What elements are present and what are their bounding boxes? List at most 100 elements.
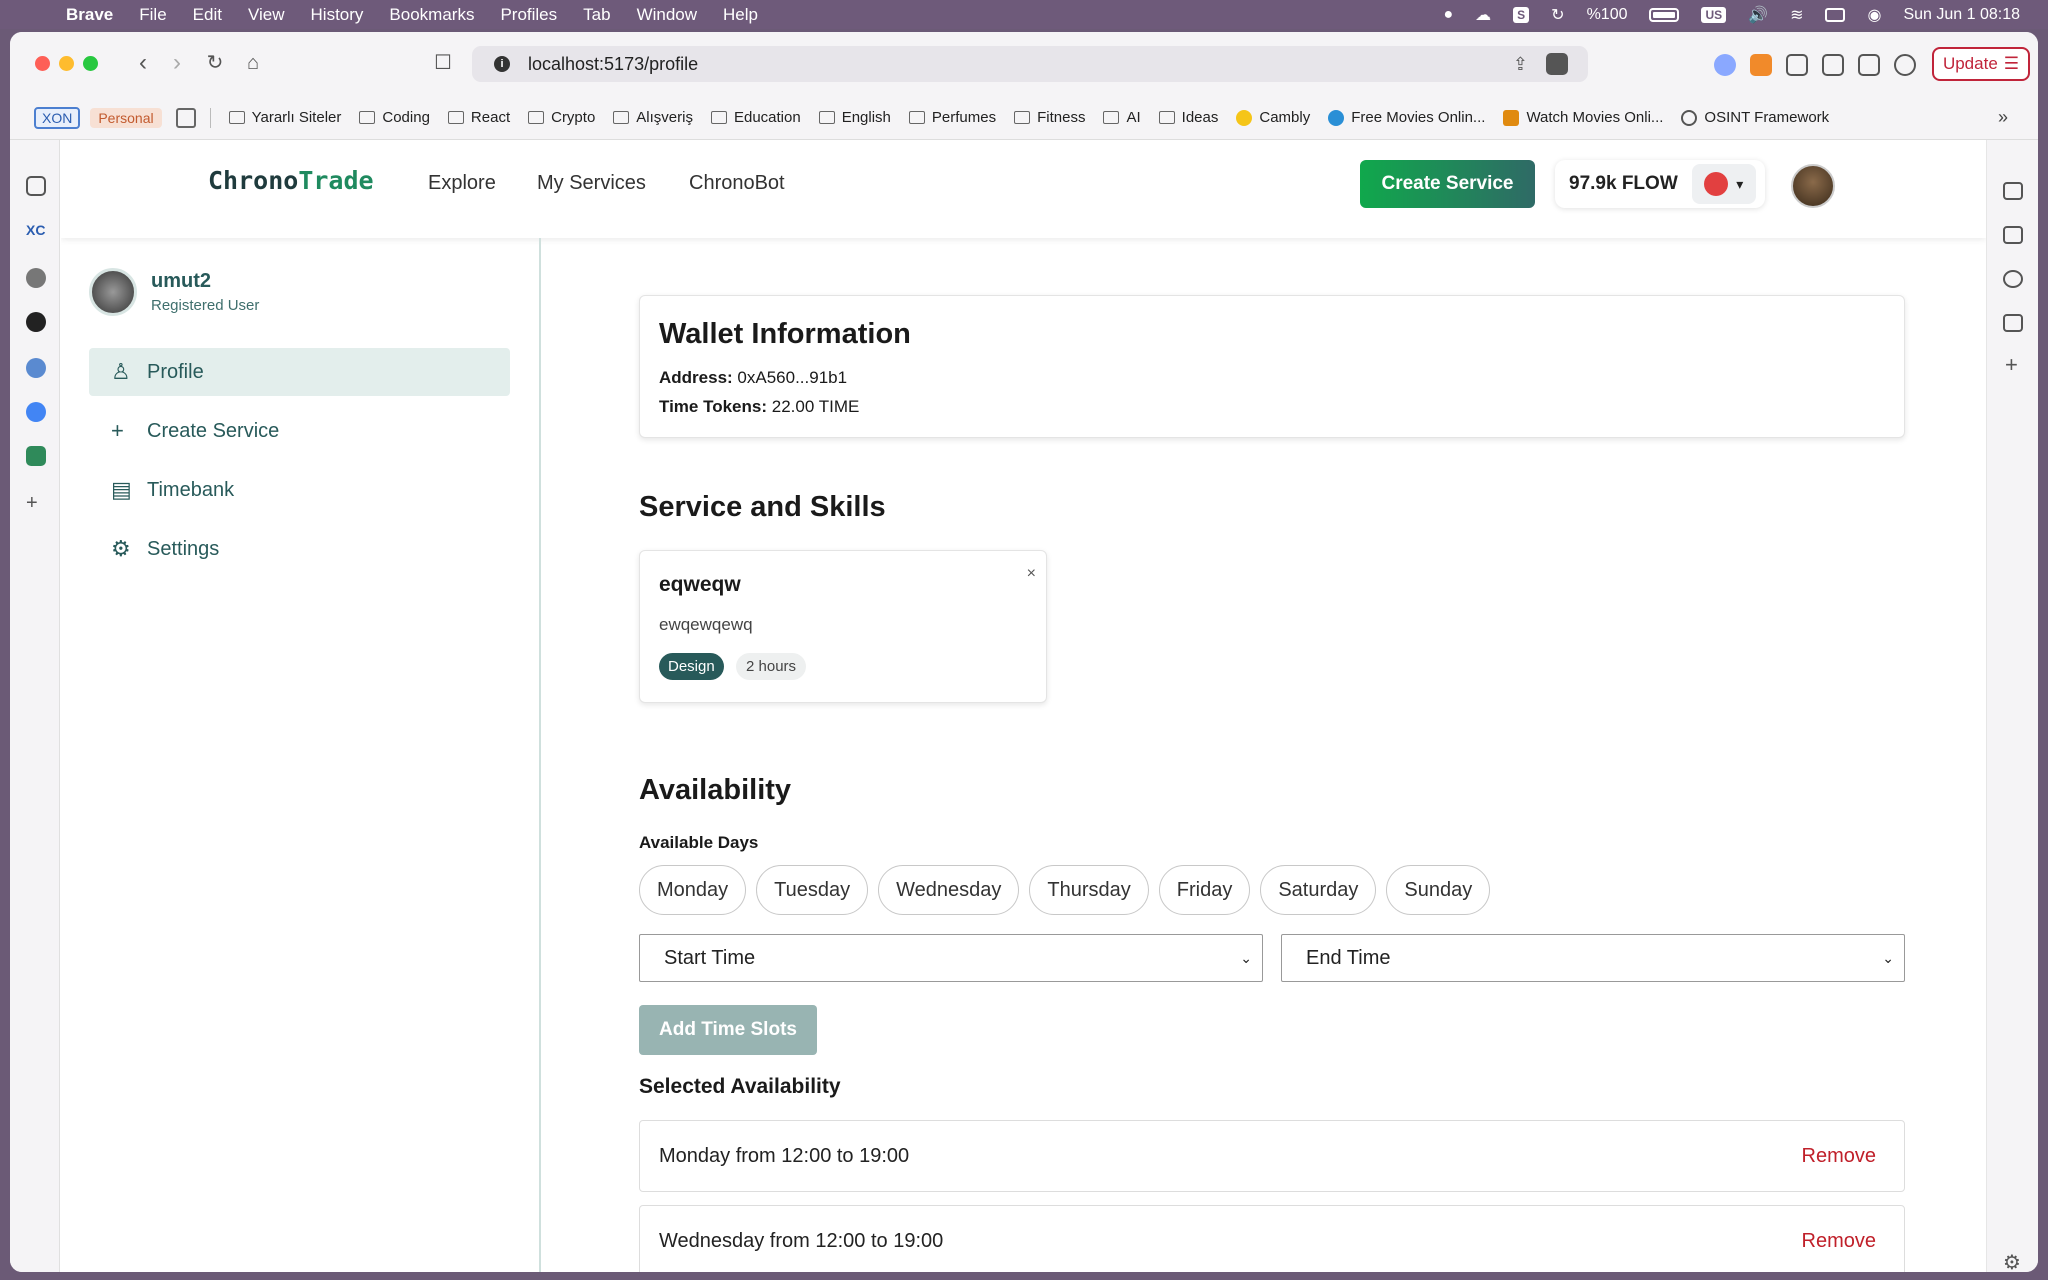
profile-personal[interactable]: Personal	[90, 107, 162, 128]
bookmark-folder[interactable]: Crypto	[528, 109, 595, 126]
add-panel-icon[interactable]: +	[2005, 352, 2018, 378]
share-icon[interactable]: ⇪	[1513, 54, 1528, 75]
menu-edit[interactable]: Edit	[193, 5, 222, 25]
chronotrade-logo[interactable]: ChronoTrade	[208, 166, 374, 195]
metamask-icon[interactable]	[1750, 54, 1772, 76]
user-avatar[interactable]	[1791, 164, 1835, 208]
wifi-icon[interactable]: ≋	[1790, 5, 1803, 25]
xon-icon[interactable]: XC	[26, 222, 46, 242]
wallet-icon[interactable]	[1858, 54, 1880, 76]
add-time-slots-button[interactable]: Add Time Slots	[639, 1005, 817, 1055]
update-button[interactable]: Update ☰	[1932, 47, 2030, 81]
minimize-window-button[interactable]	[59, 56, 74, 71]
service-card[interactable]: eqweqw × ewqewqewq Design 2 hours	[639, 550, 1047, 703]
day-friday[interactable]: Friday	[1158, 865, 1251, 915]
bookmark-folder[interactable]: Fitness	[1014, 109, 1085, 126]
chatgpt-icon[interactable]	[26, 268, 46, 288]
close-icon[interactable]: ×	[1027, 565, 1036, 583]
add-icon[interactable]: +	[26, 492, 46, 514]
close-window-button[interactable]	[35, 56, 50, 71]
record-icon[interactable]: ●	[1443, 6, 1453, 24]
extension-search-icon[interactable]	[1714, 54, 1736, 76]
bookmark-folder[interactable]: Coding	[359, 109, 430, 126]
wallet-side-icon[interactable]	[2003, 226, 2023, 244]
sidebar-item-timebank[interactable]: ▤ Timebank	[89, 466, 510, 514]
reading-list-icon[interactable]	[2003, 314, 2023, 332]
account-selector[interactable]: ▾	[1691, 164, 1756, 204]
bookmark-xon[interactable]: XON	[34, 106, 81, 129]
chronotrade-tab-icon[interactable]	[26, 446, 46, 466]
menu-help[interactable]: Help	[723, 5, 758, 25]
s-app-icon[interactable]: S	[1513, 6, 1530, 23]
menu-profiles[interactable]: Profiles	[500, 5, 557, 25]
bookmark-folder[interactable]: React	[447, 109, 510, 126]
menu-app-name[interactable]: Brave	[66, 5, 113, 25]
menu-file[interactable]: File	[139, 5, 166, 25]
media-icon[interactable]	[2003, 182, 2023, 200]
menu-clock[interactable]: Sun Jun 1 08:18	[1903, 6, 2020, 24]
remove-button[interactable]: Remove	[1802, 1230, 1876, 1253]
bookmark-folder[interactable]: Yararlı Siteler	[228, 109, 341, 126]
bookmark-folder[interactable]: Ideas	[1158, 109, 1218, 126]
input-source[interactable]: US	[1701, 6, 1727, 23]
brave-shields-icon[interactable]	[1546, 53, 1568, 75]
remove-button[interactable]: Remove	[1802, 1145, 1876, 1168]
bookmark-icon[interactable]: ☐	[428, 48, 458, 78]
menu-view[interactable]: View	[248, 5, 285, 25]
forward-icon[interactable]: ›	[162, 48, 192, 78]
bookmark-folder[interactable]: Education	[710, 109, 801, 126]
menu-bookmarks[interactable]: Bookmarks	[389, 5, 474, 25]
home-icon[interactable]: ⌂	[238, 48, 268, 78]
sidebar-item-profile[interactable]: ♙ Profile	[89, 348, 510, 396]
url-text[interactable]: localhost:5173/profile	[528, 54, 698, 75]
site-info-icon[interactable]: i	[494, 56, 510, 72]
sidebar-panel-icon[interactable]	[26, 176, 46, 196]
menu-window[interactable]: Window	[637, 5, 697, 25]
fullscreen-window-button[interactable]	[83, 56, 98, 71]
back-icon[interactable]: ‹	[128, 48, 158, 78]
menu-history[interactable]: History	[311, 5, 364, 25]
start-time-select[interactable]: Start Time ⌄	[639, 934, 1263, 982]
sidebar-item-settings[interactable]: ⚙ Settings	[89, 525, 510, 573]
flow-wallet-pill[interactable]: 97.9k FLOW ▾	[1555, 160, 1765, 208]
battery-icon[interactable]	[1649, 7, 1680, 22]
menu-tab[interactable]: Tab	[583, 5, 610, 25]
app-icon[interactable]	[26, 358, 46, 378]
reload-icon[interactable]: ↻	[200, 48, 230, 78]
bookmark-link[interactable]: Free Movies Onlin...	[1328, 109, 1485, 126]
bookmark-folder[interactable]: Perfumes	[908, 109, 996, 126]
sidebar-item-create-service[interactable]: + Create Service	[89, 407, 510, 455]
create-service-button[interactable]: Create Service	[1360, 160, 1535, 208]
google-icon[interactable]	[26, 402, 46, 422]
bookmark-link[interactable]: Cambly	[1236, 109, 1310, 126]
day-tuesday[interactable]: Tuesday	[756, 865, 869, 915]
nav-chronobot[interactable]: ChronoBot	[689, 172, 785, 195]
more-bookmarks-icon[interactable]: »	[1998, 107, 2008, 128]
day-monday[interactable]: Monday	[639, 865, 747, 915]
bookmark-link[interactable]: OSINT Framework	[1681, 109, 1829, 126]
sidebar-toggle-icon[interactable]	[1822, 54, 1844, 76]
bookmark-folder[interactable]: Alışveriş	[613, 109, 693, 126]
github-icon[interactable]	[26, 312, 46, 332]
leo-ai-icon[interactable]	[1894, 54, 1916, 76]
nav-my-services[interactable]: My Services	[537, 172, 646, 195]
control-center-icon[interactable]	[1825, 7, 1846, 22]
day-thursday[interactable]: Thursday	[1029, 865, 1149, 915]
sidebar-settings-icon[interactable]: ⚙	[2003, 1250, 2021, 1272]
volume-icon[interactable]: 🔊	[1748, 5, 1768, 25]
time-machine-icon[interactable]: ↻	[1551, 5, 1564, 25]
bookmark-link[interactable]: Watch Movies Onli...	[1503, 109, 1663, 126]
bookmark-folder[interactable]: English	[818, 109, 891, 126]
bookmark-folder[interactable]: AI	[1103, 109, 1141, 126]
day-sunday[interactable]: Sunday	[1386, 865, 1491, 915]
leo-side-icon[interactable]	[2003, 270, 2023, 288]
apps-grid-icon[interactable]	[175, 107, 196, 128]
day-saturday[interactable]: Saturday	[1260, 865, 1377, 915]
address-bar[interactable]: i localhost:5173/profile ⇪	[472, 46, 1588, 82]
extensions-icon[interactable]	[1786, 54, 1808, 76]
cloud-icon[interactable]: ☁	[1475, 5, 1491, 25]
siri-icon[interactable]: ◉	[1867, 5, 1881, 25]
nav-explore[interactable]: Explore	[428, 172, 496, 195]
day-wednesday[interactable]: Wednesday	[878, 865, 1020, 915]
end-time-select[interactable]: End Time ⌄	[1281, 934, 1905, 982]
